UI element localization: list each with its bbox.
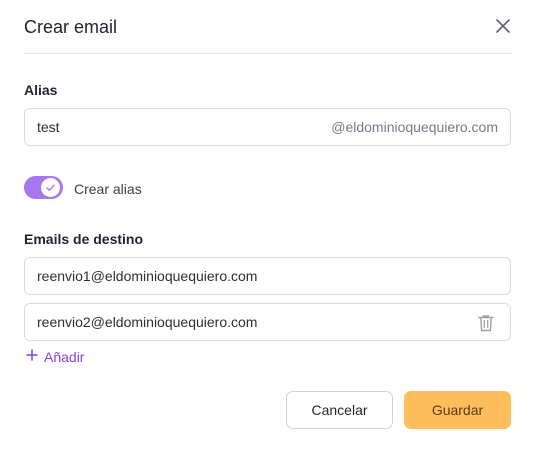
cancel-button[interactable]: Cancelar — [286, 391, 393, 429]
add-destination-button[interactable]: Añadir — [26, 348, 84, 366]
destination-email-field-2[interactable]: reenvio2@eldominioquequiero.com — [24, 303, 511, 341]
alias-label: Alias — [24, 82, 58, 98]
alias-domain-suffix: @eldominioquequiero.com — [331, 119, 498, 135]
toggle-knob — [41, 178, 60, 197]
create-email-dialog: Crear email Alias test @eldominioquequie… — [0, 0, 536, 456]
destination-email-field-1[interactable]: reenvio1@eldominioquequiero.com — [24, 257, 511, 295]
plus-icon — [26, 349, 38, 365]
dialog-title: Crear email — [24, 17, 118, 37]
alias-input[interactable]: test @eldominioquequiero.com — [24, 108, 511, 146]
create-alias-label: Crear alias — [74, 181, 142, 197]
check-icon — [46, 184, 55, 192]
add-destination-label: Añadir — [44, 349, 85, 365]
dialog-header: Crear email — [24, 0, 512, 54]
alias-input-value: test — [37, 119, 60, 135]
destination-email-value: reenvio2@eldominioquequiero.com — [37, 314, 258, 330]
close-icon[interactable] — [494, 17, 512, 35]
destination-emails-label: Emails de destino — [24, 231, 144, 247]
create-alias-toggle[interactable] — [24, 176, 63, 199]
destination-email-value: reenvio1@eldominioquequiero.com — [37, 268, 258, 284]
save-button[interactable]: Guardar — [404, 391, 511, 429]
trash-icon[interactable] — [478, 314, 494, 332]
